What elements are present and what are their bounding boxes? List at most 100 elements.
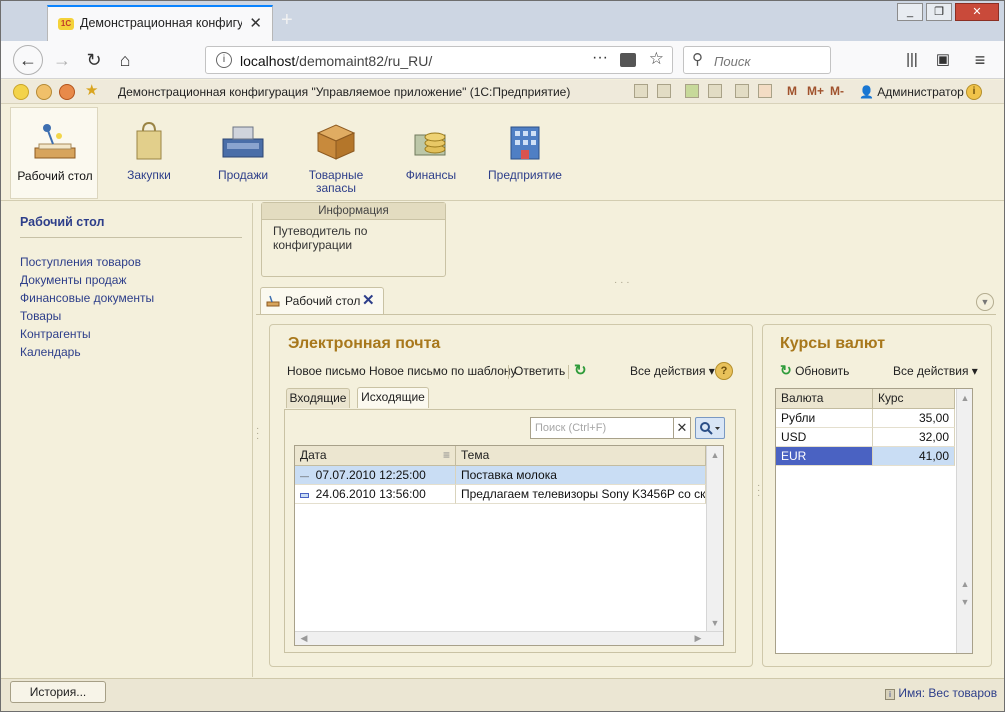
- back-button[interactable]: ←: [13, 45, 43, 75]
- mail-search-placeholder: Поиск (Ctrl+F): [535, 422, 607, 434]
- home-page-icon[interactable]: [59, 84, 75, 100]
- help-button[interactable]: ?: [715, 362, 733, 380]
- table-row-subject[interactable]: Предлагаем телевизоры Sony K3456P со ски…: [456, 485, 706, 504]
- scroll-up-icon[interactable]: ▲: [958, 393, 972, 403]
- section-finance[interactable]: Финансы: [387, 107, 475, 199]
- page-actions-button[interactable]: ···: [592, 49, 608, 67]
- desktop-lamp-icon: [34, 124, 76, 159]
- m-minus-button[interactable]: M-: [830, 84, 844, 98]
- window-close-button[interactable]: ✕: [955, 3, 999, 21]
- table-row-currency[interactable]: Рубли: [776, 409, 873, 428]
- section-desktop[interactable]: Рабочий стол: [10, 107, 98, 199]
- workspace-tab-desktop[interactable]: Рабочий стол ✕: [260, 287, 384, 314]
- browser-search-box[interactable]: ⚲ Поиск: [683, 46, 831, 74]
- nav-link-financial-documents[interactable]: Финансовые документы: [20, 291, 154, 305]
- info-icon[interactable]: i: [966, 84, 982, 100]
- table-row-rate[interactable]: 41,00: [873, 447, 955, 466]
- column-header-currency[interactable]: Валюта: [776, 389, 873, 409]
- maximize-button[interactable]: ❐: [926, 3, 952, 21]
- nav-link-sales-documents[interactable]: Документы продаж: [20, 273, 126, 287]
- tab-outbox[interactable]: Исходящие: [357, 387, 429, 408]
- nav-link-goods[interactable]: Товары: [20, 309, 61, 323]
- scroll-down-icon[interactable]: ▼: [958, 597, 972, 607]
- library-icon[interactable]: |||: [899, 48, 925, 72]
- config-guide-link[interactable]: Путеводитель по конфигурации: [273, 224, 445, 252]
- refresh-icon: ↻: [780, 362, 792, 378]
- home-icon[interactable]: ⌂: [112, 48, 138, 72]
- add-favorite-icon[interactable]: [708, 84, 722, 98]
- history-button[interactable]: История...: [10, 681, 106, 703]
- main-menu-icon[interactable]: [36, 84, 52, 100]
- browser-tab[interactable]: 1С Демонстрационная конфигур ✕: [47, 5, 273, 41]
- minimize-button[interactable]: _: [897, 3, 923, 21]
- section-purchases[interactable]: Закупки: [105, 107, 193, 199]
- mail-horizontal-scrollbar[interactable]: ◀ ▶: [295, 631, 723, 645]
- menu-icon[interactable]: ≡: [967, 48, 993, 72]
- new-tab-button[interactable]: +: [281, 9, 293, 32]
- currency-all-actions-button[interactable]: Все действия ▾: [893, 364, 978, 378]
- new-letter-button[interactable]: Новое письмо: [287, 364, 366, 378]
- currency-rates-panel: Курсы валют ↻ Обновить Все действия ▾ Ва…: [762, 324, 992, 667]
- close-workspace-tab-button[interactable]: ✕: [362, 291, 375, 309]
- search-button[interactable]: [695, 417, 725, 439]
- bookmark-star-icon[interactable]: ☆: [649, 49, 664, 69]
- url-text[interactable]: localhost/demomaint82/ru_RU/: [240, 53, 432, 69]
- scroll-right-icon[interactable]: ▶: [691, 633, 705, 644]
- save-icon[interactable]: [634, 84, 648, 98]
- refresh-currency-button[interactable]: ↻ Обновить: [780, 362, 849, 379]
- table-row-date[interactable]: — 07.07.2010 12:25:00: [295, 466, 456, 485]
- site-info-icon[interactable]: i: [216, 52, 232, 68]
- info-icon: i: [885, 689, 895, 700]
- mail-vertical-scrollbar[interactable]: ▲ ▼: [706, 446, 723, 631]
- sections-panel: Рабочий стол Закупки Продажи Товарные за…: [1, 104, 1004, 201]
- splitter-grip[interactable]: · · ·: [757, 481, 760, 501]
- print-icon[interactable]: [657, 84, 671, 98]
- section-enterprise[interactable]: Предприятие: [481, 107, 569, 199]
- calculator-icon[interactable]: [735, 84, 749, 98]
- refresh-icon[interactable]: ↻: [574, 361, 587, 379]
- currency-vertical-scrollbar[interactable]: ▲ ▲ ▼: [956, 389, 972, 653]
- m-button[interactable]: M: [787, 84, 797, 98]
- reply-button[interactable]: Ответить: [514, 364, 565, 378]
- scroll-down-icon[interactable]: ▼: [708, 618, 722, 628]
- address-bar[interactable]: i localhost/demomaint82/ru_RU/ ··· ☆: [205, 46, 673, 74]
- clear-search-button[interactable]: ✕: [673, 417, 691, 439]
- new-letter-template-button[interactable]: Новое письмо по шаблону: [369, 364, 517, 378]
- forward-button[interactable]: →: [49, 48, 75, 72]
- table-row-rate[interactable]: 35,00: [873, 409, 955, 428]
- mail-search-input[interactable]: Поиск (Ctrl+F): [530, 417, 676, 439]
- calendar-icon[interactable]: [758, 84, 772, 98]
- link-icon[interactable]: [685, 84, 699, 98]
- scroll-down-icon[interactable]: ▲: [958, 579, 972, 589]
- section-inventory[interactable]: Товарные запасы: [292, 107, 380, 199]
- tab-inbox[interactable]: Входящие: [286, 388, 350, 408]
- column-header-rate[interactable]: Курс: [873, 389, 955, 409]
- splitter-grip[interactable]: · · ·: [256, 424, 259, 444]
- column-header-date[interactable]: Дата ≡: [295, 446, 456, 466]
- nav-link-calendar[interactable]: Календарь: [20, 345, 81, 359]
- favorites-star-icon[interactable]: ★: [85, 83, 101, 99]
- sidebar-toggle-icon[interactable]: ▣: [930, 48, 956, 72]
- 1c-logo-icon[interactable]: [13, 84, 29, 100]
- reload-button[interactable]: ↻: [81, 48, 107, 72]
- table-row-subject[interactable]: Поставка молока: [456, 466, 706, 485]
- table-row-currency[interactable]: EUR: [776, 447, 873, 466]
- splitter-grip-horizontal[interactable]: · · ·: [614, 278, 630, 288]
- table-row-currency[interactable]: USD: [776, 428, 873, 447]
- browser-search-placeholder: Поиск: [714, 54, 751, 69]
- column-header-subject[interactable]: Тема: [456, 446, 706, 466]
- pocket-icon[interactable]: [620, 53, 636, 67]
- m-plus-button[interactable]: M+: [807, 84, 824, 98]
- table-row-date[interactable]: 24.06.2010 13:56:00: [295, 485, 456, 504]
- scroll-left-icon[interactable]: ◀: [297, 633, 311, 644]
- user-menu[interactable]: 👤 Администратор: [859, 85, 964, 99]
- scroll-up-icon[interactable]: ▲: [708, 450, 722, 460]
- mail-all-actions-button[interactable]: Все действия ▾: [630, 364, 715, 378]
- table-row-rate[interactable]: 32,00: [873, 428, 955, 447]
- section-sales[interactable]: Продажи: [199, 107, 287, 199]
- chevron-down-icon[interactable]: ▼: [976, 293, 994, 311]
- close-tab-button[interactable]: ✕: [249, 14, 262, 32]
- nav-link-counterparties[interactable]: Контрагенты: [20, 327, 91, 341]
- nav-link-goods-receipts[interactable]: Поступления товаров: [20, 255, 141, 269]
- mail-list-table: Дата ≡ Тема — 07.07.2010 12:25:00 Постав…: [294, 445, 724, 646]
